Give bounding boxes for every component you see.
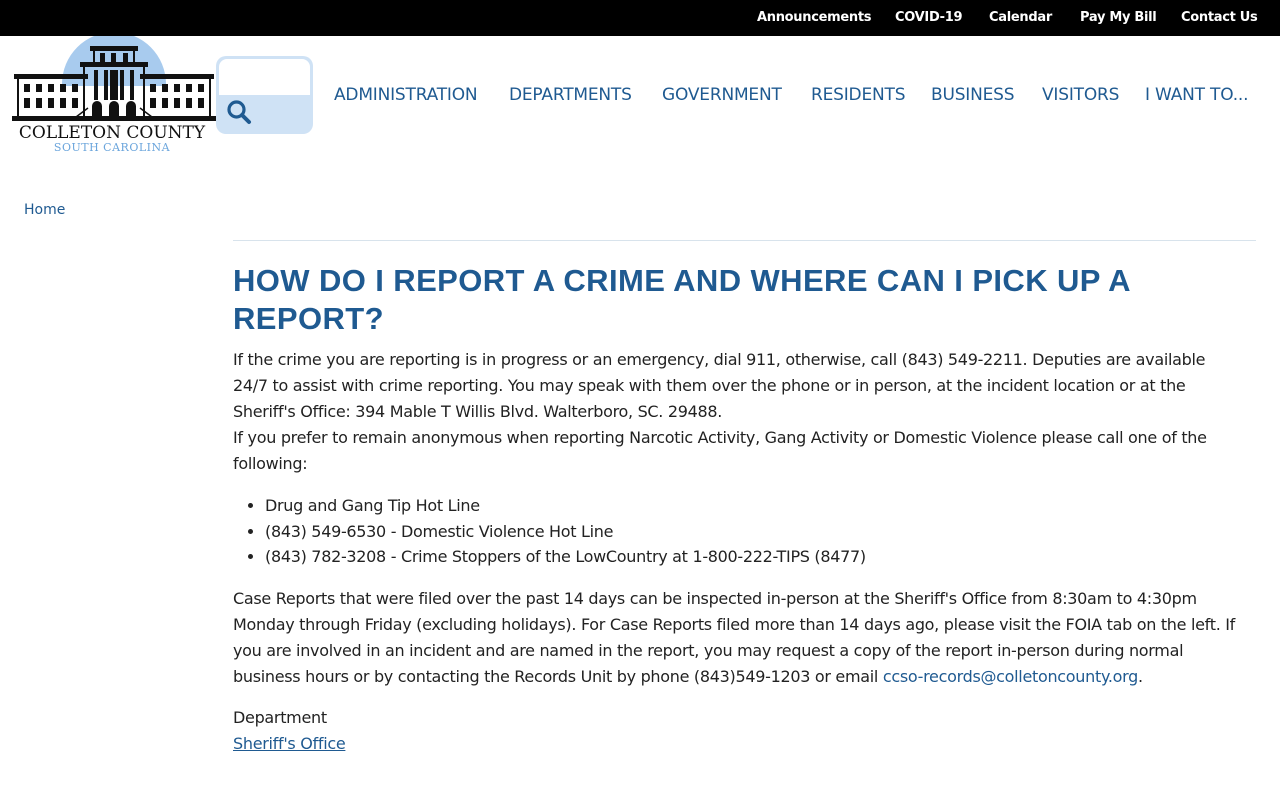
utility-bar: Announcements COVID-19 Calendar Pay My B… bbox=[0, 0, 1280, 36]
search-button[interactable] bbox=[222, 96, 256, 130]
department-label: Department bbox=[233, 707, 327, 727]
anonymous-text: If you prefer to remain anonymous when r… bbox=[233, 428, 1207, 473]
list-item: Drug and Gang Tip Hot Line bbox=[265, 493, 1243, 519]
intro-paragraph: If the crime you are reporting is in pro… bbox=[233, 347, 1243, 477]
department-link[interactable]: Sheriff's Office bbox=[233, 731, 1243, 757]
topbar-link-announcements[interactable]: Announcements bbox=[757, 0, 872, 36]
search-input[interactable] bbox=[219, 59, 310, 95]
search-box bbox=[216, 56, 313, 134]
logo-state-name: SOUTH CAROLINA bbox=[53, 141, 171, 154]
courthouse-icon bbox=[10, 36, 218, 128]
topbar-link-covid[interactable]: COVID-19 bbox=[895, 0, 963, 36]
county-logo[interactable]: COLLETON COUNTY SOUTH CAROLINA bbox=[10, 36, 218, 156]
logo-county-name: COLLETON COUNTY bbox=[18, 123, 206, 143]
sentence-end: . bbox=[1137, 666, 1143, 686]
nav-departments[interactable]: DEPARTMENTS bbox=[509, 82, 632, 108]
nav-government[interactable]: GOVERNMENT bbox=[662, 82, 782, 108]
nav-administration[interactable]: ADMINISTRATION bbox=[334, 82, 478, 108]
topbar-link-calendar[interactable]: Calendar bbox=[989, 0, 1052, 36]
intro-text: If the crime you are reporting is in pro… bbox=[233, 350, 1206, 395]
case-reports-paragraph: Case Reports that were filed over the pa… bbox=[233, 586, 1243, 690]
nav-residents[interactable]: RESIDENTS bbox=[811, 82, 905, 108]
page-title: HOW DO I REPORT A CRIME AND WHERE CAN I … bbox=[233, 263, 1130, 336]
nav-visitors[interactable]: VISITORS bbox=[1042, 82, 1119, 108]
breadcrumb-home[interactable]: Home bbox=[24, 202, 65, 218]
content-divider bbox=[233, 240, 1256, 241]
hotline-list: Drug and Gang Tip Hot Line (843) 549-653… bbox=[265, 493, 1243, 570]
topbar-link-contact[interactable]: Contact Us bbox=[1181, 0, 1258, 36]
sheriff-address: Sheriff's Office: 394 Mable T Willis Blv… bbox=[233, 402, 723, 421]
faq-content: HOW DO I REPORT A CRIME AND WHERE CAN I … bbox=[233, 262, 1243, 757]
records-email-link[interactable]: ccso-records@colletoncounty.org bbox=[883, 667, 1138, 686]
search-icon bbox=[227, 99, 251, 124]
nav-i-want-to[interactable]: I WANT TO... bbox=[1145, 82, 1249, 108]
list-item: (843) 549-6530 - Domestic Violence Hot L… bbox=[265, 519, 1243, 545]
nav-business[interactable]: BUSINESS bbox=[931, 82, 1015, 108]
topbar-link-pay-bill[interactable]: Pay My Bill bbox=[1080, 0, 1157, 36]
list-item: (843) 782-3208 - Crime Stoppers of the L… bbox=[265, 544, 1243, 570]
